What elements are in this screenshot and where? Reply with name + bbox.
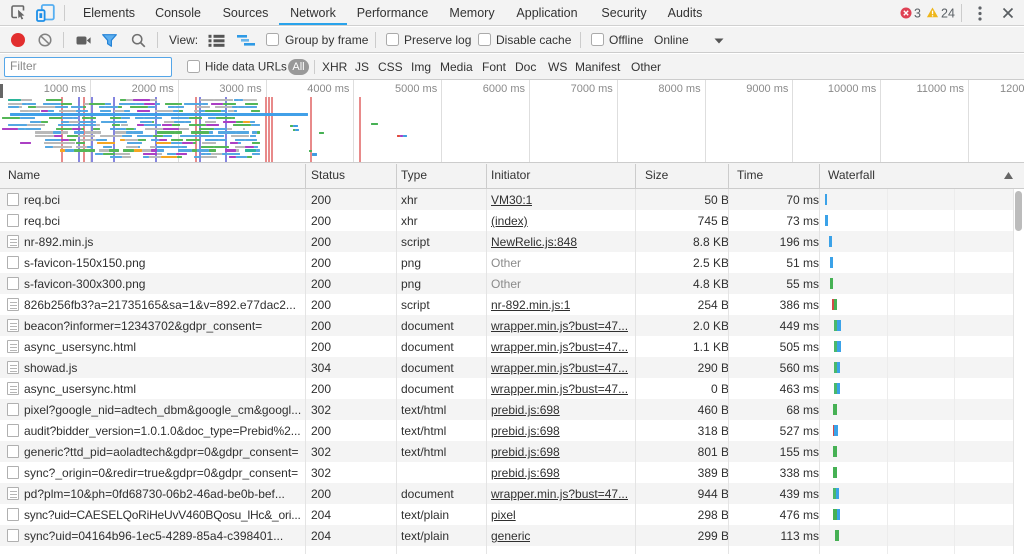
svg-text:3: 3 bbox=[914, 7, 921, 21]
svg-text:24: 24 bbox=[941, 7, 955, 21]
